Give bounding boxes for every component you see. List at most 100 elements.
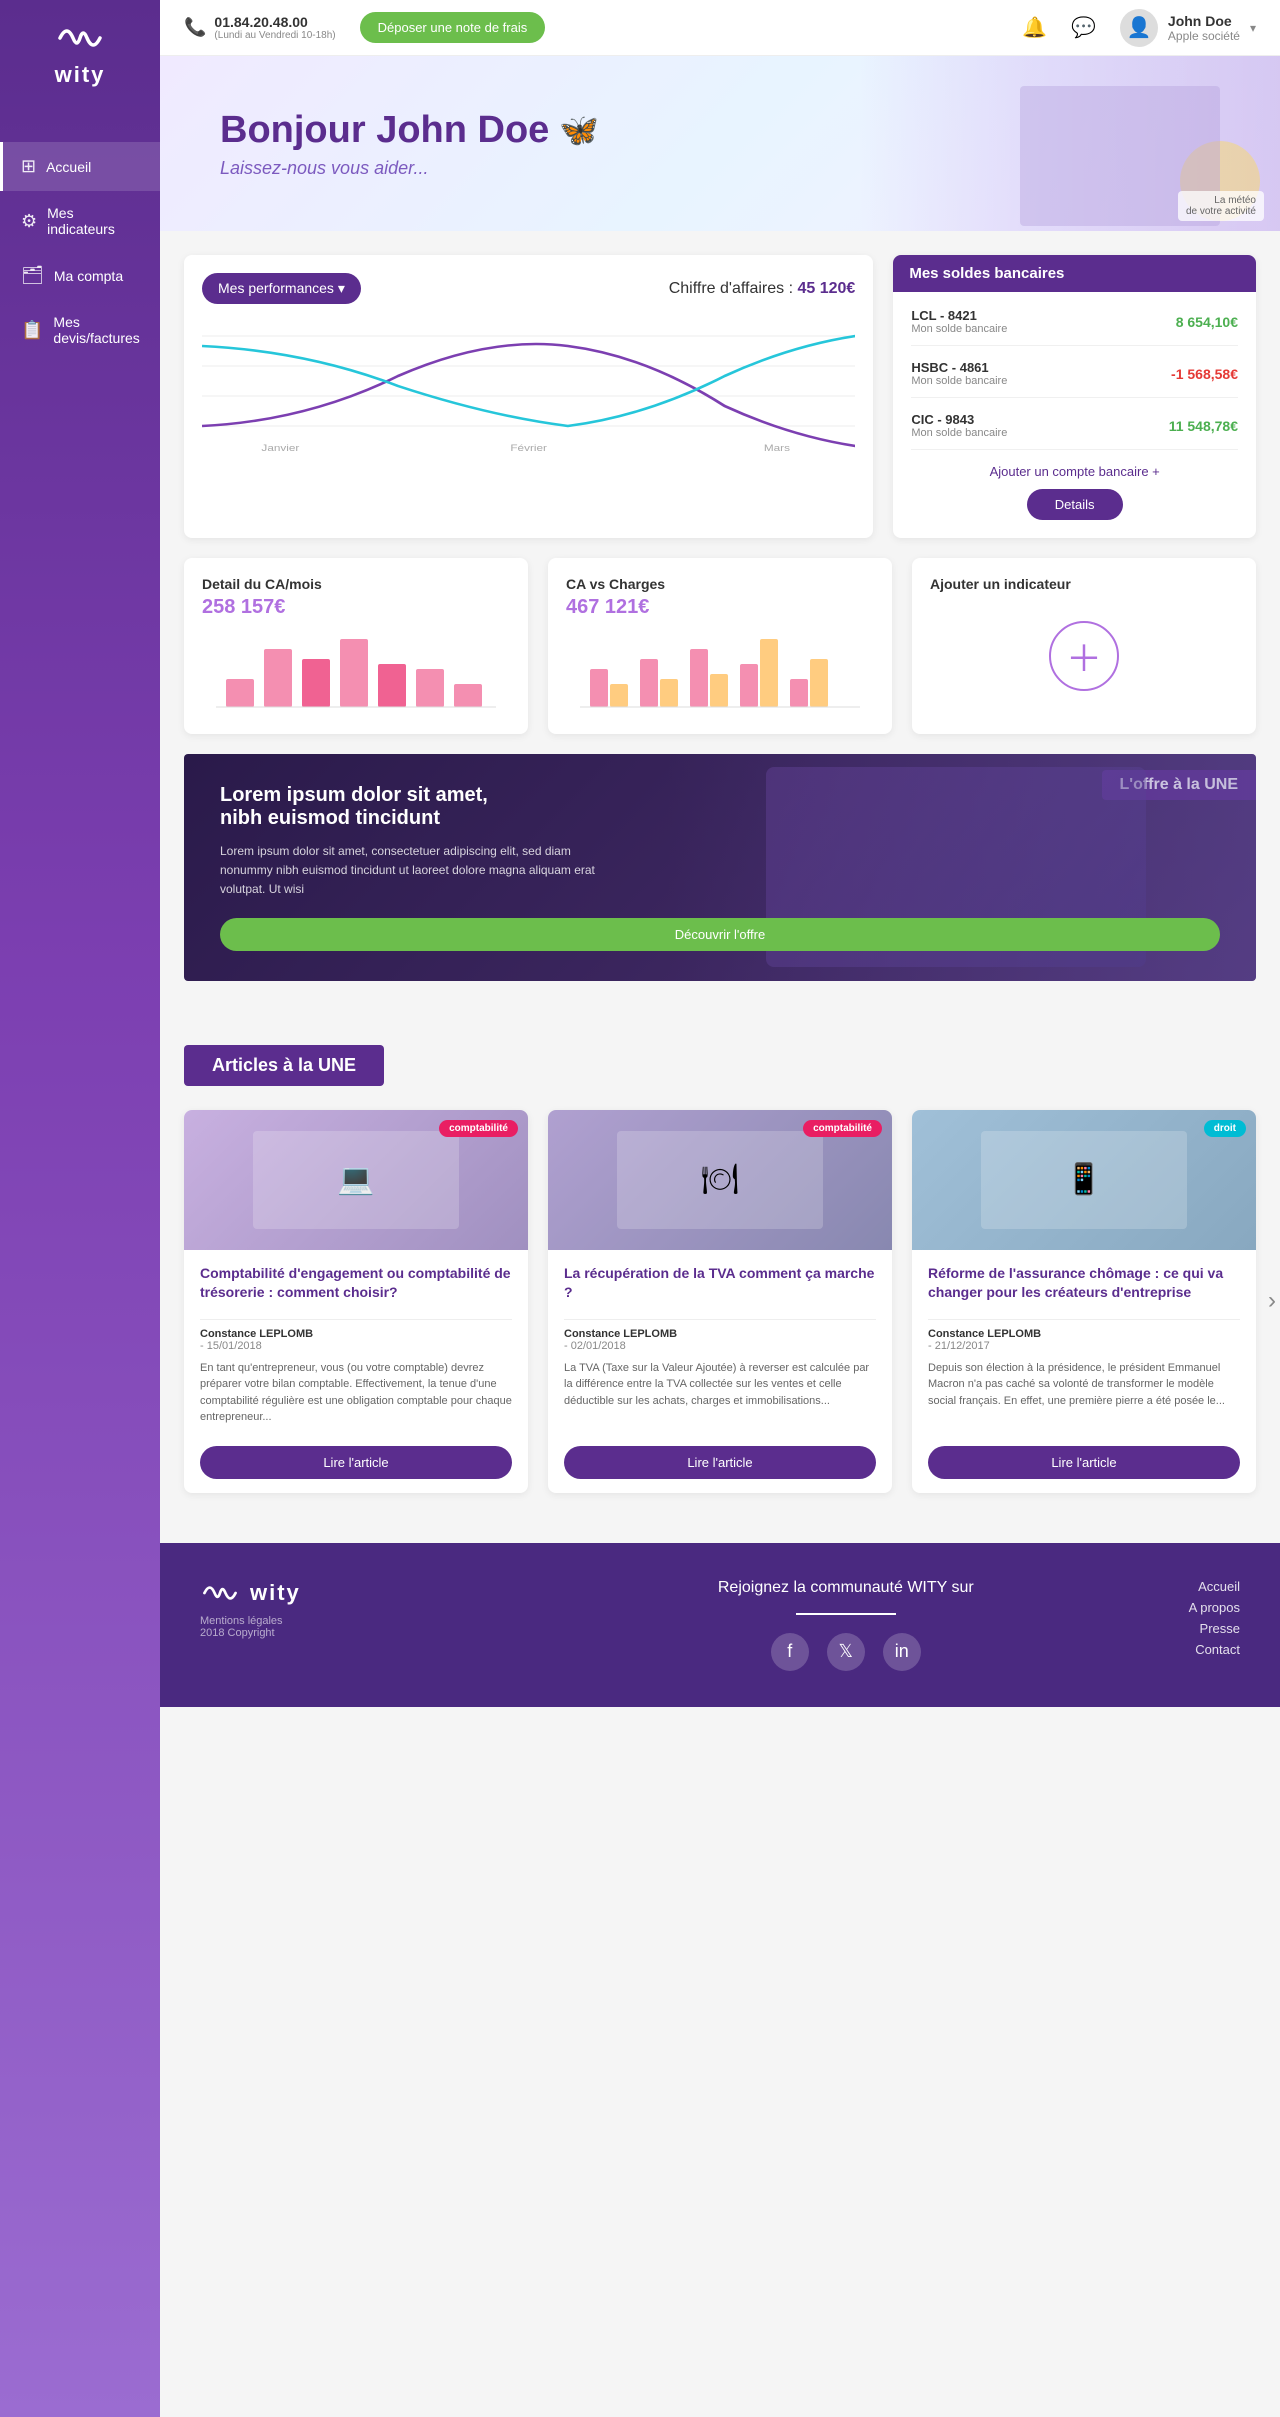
footer-link-accueil[interactable]: Accueil (1189, 1579, 1240, 1594)
article-read-button-1[interactable]: Lire l'article (564, 1446, 876, 1479)
bank-sub-cic: Mon solde bancaire (911, 427, 1007, 439)
phone-hours: (Lundi au Vendredi 10-18h) (214, 30, 335, 41)
article-tag-1: comptabilité (803, 1120, 882, 1137)
svg-text:Février: Février (510, 444, 547, 453)
add-indicator-button[interactable]: ＋ (1049, 621, 1119, 691)
main-content: 📞 01.84.20.48.00 (Lundi au Vendredi 10-1… (160, 0, 1280, 2417)
article-author-0: Constance LEPLOMB (200, 1328, 512, 1340)
article-title-1: La récupération de la TVA comment ça mar… (564, 1264, 876, 1303)
bank-amount-hsbc: -1 568,58€ (1171, 366, 1238, 382)
dashboard-row-2: Detail du CA/mois 258 157€ (184, 558, 1256, 734)
chat-icon[interactable]: 💬 (1071, 15, 1096, 40)
sidebar-item-accueil[interactable]: ⊞ Accueil (0, 142, 160, 191)
bank-name-lcl: LCL - 8421 (911, 308, 1007, 323)
footer-link-presse[interactable]: Presse (1189, 1621, 1240, 1636)
footer-logo: wity (200, 1579, 503, 1607)
mini-title-add: Ajouter un indicateur (930, 576, 1238, 592)
svg-text:Mars: Mars (764, 444, 790, 453)
topbar-phone: 📞 01.84.20.48.00 (Lundi au Vendredi 10-1… (184, 14, 336, 41)
phone-number: 01.84.20.48.00 (214, 14, 335, 30)
user-menu[interactable]: 👤 John Doe Apple société ▾ (1120, 9, 1256, 47)
article-read-button-0[interactable]: Lire l'article (200, 1446, 512, 1479)
butterfly-icon: 🦋 (559, 111, 599, 149)
article-tag-2: droit (1204, 1120, 1246, 1137)
bank-entry-hsbc: HSBC - 4861 Mon solde bancaire -1 568,58… (911, 360, 1238, 398)
discover-offer-button[interactable]: Découvrir l'offre (220, 918, 1220, 951)
bank-sub-hsbc: Mon solde bancaire (911, 375, 1007, 387)
article-card-0: 💻 comptabilité Comptabilité d'engagement… (184, 1110, 528, 1493)
articles-header: Articles à la UNE (184, 1045, 384, 1086)
article-body-2: Réforme de l'assurance chômage : ce qui … (912, 1250, 1256, 1493)
topbar: 📞 01.84.20.48.00 (Lundi au Vendredi 10-1… (160, 0, 1280, 56)
mini-card-ca-charges: CA vs Charges 467 121€ (548, 558, 892, 734)
mini-amount-charges: 467 121€ (566, 596, 874, 619)
svg-text:Janvier: Janvier (261, 444, 299, 453)
ca-mois-chart (202, 629, 510, 709)
bank-details-button[interactable]: Details (1027, 489, 1123, 520)
bank-sub-lcl: Mon solde bancaire (911, 323, 1007, 335)
performances-dropdown-button[interactable]: Mes performances ▾ (202, 273, 361, 304)
articles-list: 💻 comptabilité Comptabilité d'engagement… (184, 1110, 1256, 1493)
sidebar-item-label: Mes indicateurs (47, 205, 142, 237)
bank-card: Mes soldes bancaires LCL - 8421 Mon sold… (893, 255, 1256, 538)
sidebar-item-devis[interactable]: 📋 Mes devis/factures (0, 300, 160, 360)
article-img-0: 💻 comptabilité (184, 1110, 528, 1250)
bank-amount-lcl: 8 654,10€ (1176, 314, 1238, 330)
article-read-button-2[interactable]: Lire l'article (928, 1446, 1240, 1479)
dashboard-section: Mes performances ▾ Chiffre d'affaires : … (160, 231, 1280, 1025)
bank-header: Mes soldes bancaires (893, 255, 1256, 292)
devis-icon: 📋 (21, 320, 43, 341)
home-icon: ⊞ (21, 156, 36, 177)
articles-next-button[interactable]: › (1268, 1287, 1276, 1315)
article-author-2: Constance LEPLOMB (928, 1328, 1240, 1340)
notification-bell-icon[interactable]: 🔔 (1022, 15, 1047, 40)
footer-legal[interactable]: Mentions légales (200, 1615, 503, 1627)
sidebar-item-label: Mes devis/factures (53, 314, 142, 346)
indicators-icon: ⚙ (21, 211, 37, 232)
hero-greeting: Bonjour John Doe 🦋 (220, 109, 599, 152)
offer-content: Lorem ipsum dolor sit amet,nibh euismod … (184, 754, 1256, 981)
sidebar-navigation: ⊞ Accueil ⚙ Mes indicateurs 🗂 Ma compta … (0, 142, 160, 360)
article-title-0: Comptabilité d'engagement ou comptabilit… (200, 1264, 512, 1303)
footer-links: Accueil A propos Presse Contact (1189, 1579, 1240, 1657)
article-date-1: - 02/01/2018 (564, 1340, 876, 1352)
mini-card-ca-mois: Detail du CA/mois 258 157€ (184, 558, 528, 734)
perf-header: Mes performances ▾ Chiffre d'affaires : … (202, 273, 855, 304)
add-bank-account-button[interactable]: Ajouter un compte bancaire + (911, 464, 1238, 479)
facebook-icon[interactable]: f (771, 1633, 809, 1671)
article-body-0: Comptabilité d'engagement ou comptabilit… (184, 1250, 528, 1493)
performance-card: Mes performances ▾ Chiffre d'affaires : … (184, 255, 873, 538)
ca-charges-chart (566, 629, 874, 709)
bank-name-cic: CIC - 9843 (911, 412, 1007, 427)
ca-amount: 45 120€ (797, 280, 855, 297)
sidebar: wity ⊞ Accueil ⚙ Mes indicateurs 🗂 Ma co… (0, 0, 160, 2417)
brand-name: wity (55, 62, 106, 88)
article-date-0: - 15/01/2018 (200, 1340, 512, 1352)
mini-title-charges: CA vs Charges (566, 576, 874, 592)
twitter-icon[interactable]: 𝕏 (827, 1633, 865, 1671)
hero-subtitle: Laissez-nous vous aider... (220, 158, 599, 179)
sidebar-item-indicateurs[interactable]: ⚙ Mes indicateurs (0, 191, 160, 251)
offer-title: Lorem ipsum dolor sit amet,nibh euismod … (220, 784, 1220, 830)
article-excerpt-0: En tant qu'entrepreneur, vous (ou votre … (200, 1360, 512, 1426)
article-body-1: La récupération de la TVA comment ça mar… (548, 1250, 892, 1493)
footer-socials: f 𝕏 in (543, 1633, 1149, 1671)
bank-entry-cic: CIC - 9843 Mon solde bancaire 11 548,78€ (911, 412, 1238, 450)
sidebar-logo: wity (0, 0, 160, 112)
deposit-note-button[interactable]: Déposer une note de frais (360, 12, 546, 43)
dashboard-row-1: Mes performances ▾ Chiffre d'affaires : … (184, 255, 1256, 538)
mini-title-ca: Detail du CA/mois (202, 576, 510, 592)
article-excerpt-1: La TVA (Taxe sur la Valeur Ajoutée) à re… (564, 1360, 876, 1426)
offer-description: Lorem ipsum dolor sit amet, consectetuer… (220, 842, 600, 900)
sidebar-item-compta[interactable]: 🗂 Ma compta (0, 251, 160, 300)
linkedin-icon[interactable]: in (883, 1633, 921, 1671)
mini-card-add-indicator: Ajouter un indicateur ＋ (912, 558, 1256, 734)
article-excerpt-2: Depuis son élection à la présidence, le … (928, 1360, 1240, 1426)
mini-amount-ca: 258 157€ (202, 596, 510, 619)
add-indicator-area: ＋ (930, 596, 1238, 716)
offer-banner: Lorem ipsum dolor sit amet,nibh euismod … (184, 754, 1256, 981)
footer-link-apropos[interactable]: A propos (1189, 1600, 1240, 1615)
user-name: John Doe (1168, 13, 1240, 29)
footer-link-contact[interactable]: Contact (1189, 1642, 1240, 1657)
footer-brand-name: wity (250, 1580, 301, 1606)
